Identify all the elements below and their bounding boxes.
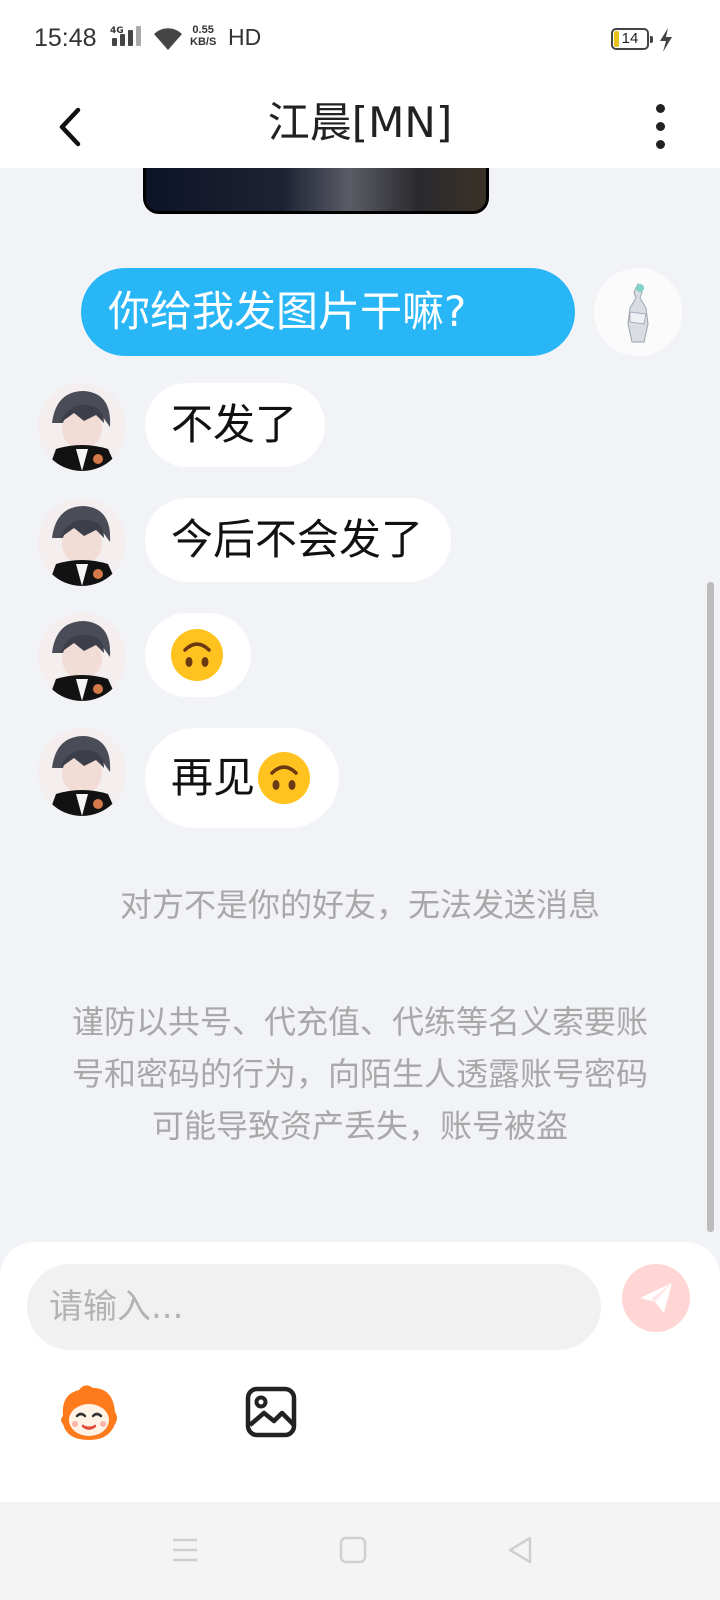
network-type-label: 4G [110, 26, 124, 36]
upside-down-face-icon [171, 629, 223, 681]
battery-icon: 14 [611, 28, 653, 50]
upside-down-face-icon [258, 752, 311, 804]
contact-avatar[interactable] [38, 613, 126, 701]
charging-bolt-icon [660, 28, 672, 52]
network-speed: 0.55 KB/S [190, 24, 216, 48]
battery-level: 14 [621, 30, 639, 47]
status-bar: 15:48 4G 0.55 KB/S HD 14 [0, 0, 720, 82]
security-warning: 谨防以共号、代充值、代练等名义索要账号和密码的行为，向陌生人透露账号密码可能导致… [71, 1003, 648, 1145]
speed-unit: KB/S [190, 36, 217, 48]
sticker-icon [61, 1385, 117, 1440]
avatar-figure-icon [594, 268, 682, 356]
anime-avatar-icon [38, 613, 126, 701]
back-triangle-icon[interactable] [506, 1536, 534, 1564]
more-vertical-icon [655, 103, 665, 113]
scrollbar[interactable] [707, 582, 714, 1232]
cellular-signal-icon: 4G [110, 26, 141, 46]
image-icon [245, 1386, 297, 1438]
contact-avatar[interactable] [38, 728, 126, 816]
paper-plane-icon [640, 1283, 672, 1313]
image-button[interactable] [244, 1385, 298, 1439]
send-button[interactable] [622, 1264, 690, 1332]
not-friend-notice: 对方不是你的好友，无法发送消息 [119, 886, 600, 924]
message-text: 你给我发图片干嘛? [108, 287, 467, 336]
my-avatar[interactable] [594, 268, 682, 356]
system-nav-bar [0, 1502, 720, 1600]
message-text: 不发了 [171, 400, 298, 449]
incoming-message-bubble[interactable]: 再见 [145, 728, 340, 828]
outgoing-message-bubble[interactable]: 你给我发图片干嘛? [81, 268, 575, 356]
more-options-button[interactable] [650, 96, 670, 156]
sticker-button[interactable] [57, 1380, 121, 1444]
anime-avatar-icon [38, 383, 126, 471]
chat-title: 江晨[MN] [267, 98, 453, 147]
speed-value: 0.55 [192, 24, 214, 36]
chat-header: 江晨[MN] [0, 82, 720, 168]
contact-avatar[interactable] [38, 383, 126, 471]
anime-avatar-icon [38, 728, 126, 816]
anime-avatar-icon [38, 498, 126, 586]
status-time: 15:48 [34, 24, 97, 52]
message-text: 今后不会发了 [171, 515, 424, 564]
incoming-message-bubble[interactable]: 不发了 [145, 383, 326, 467]
incoming-emoji-bubble[interactable] [145, 613, 251, 697]
previous-image-message[interactable] [143, 168, 489, 214]
hd-label: HD [228, 24, 262, 50]
wifi-icon [154, 28, 182, 50]
composer [0, 1242, 720, 1502]
home-square-icon[interactable] [339, 1536, 367, 1564]
message-list[interactable]: 你给我发图片干嘛? 不发了 今后不会发了 再见 对方不是你的好友，无法发送消息 … [0, 168, 720, 1240]
message-text: 再见 [171, 753, 256, 802]
message-input[interactable] [27, 1264, 601, 1350]
incoming-message-bubble[interactable]: 今后不会发了 [145, 498, 452, 582]
contact-avatar[interactable] [38, 498, 126, 586]
menu-icon[interactable] [171, 1536, 199, 1564]
